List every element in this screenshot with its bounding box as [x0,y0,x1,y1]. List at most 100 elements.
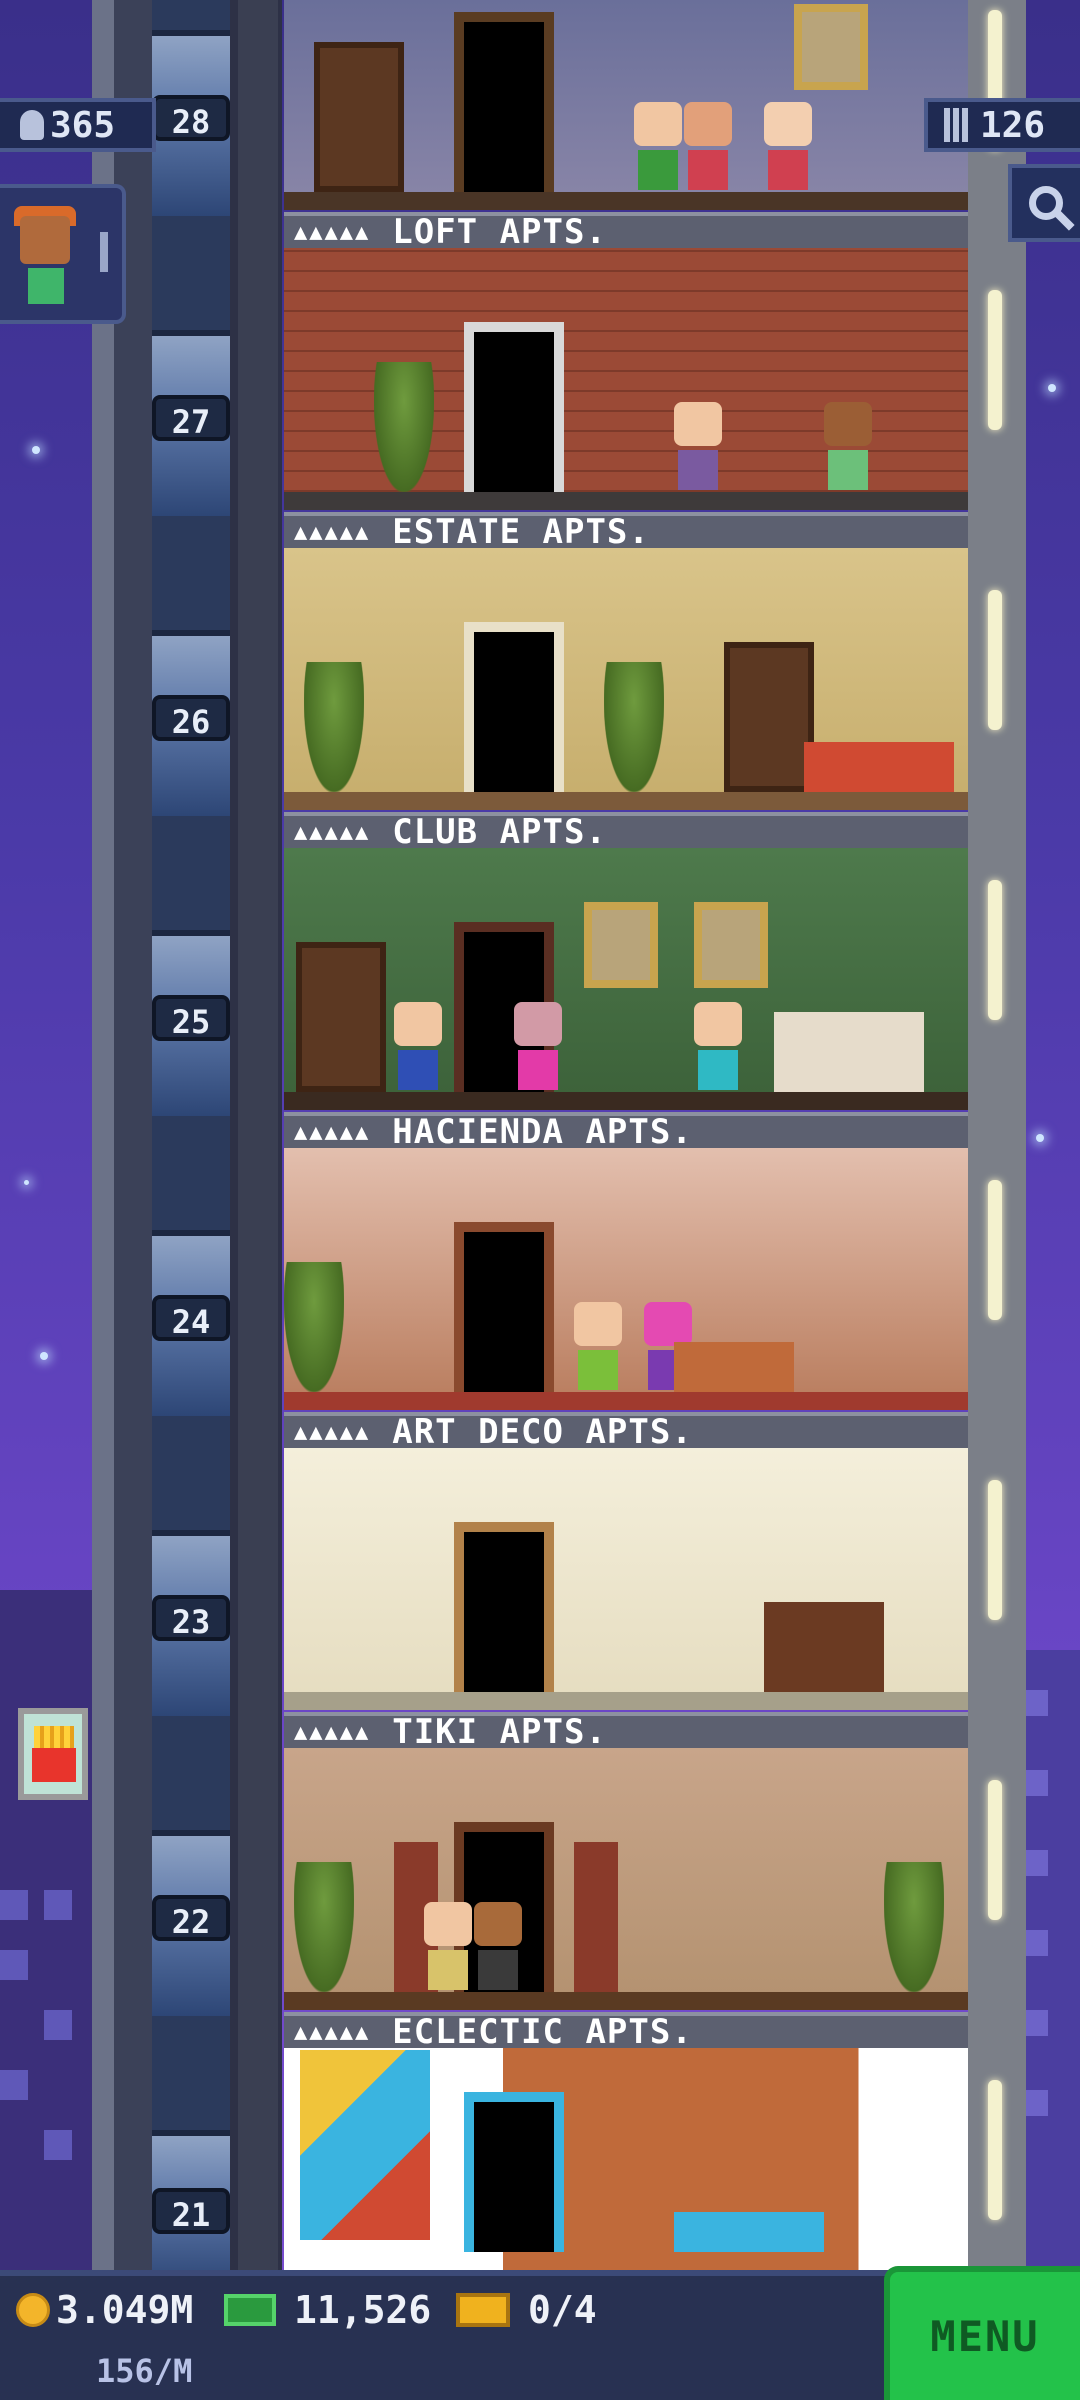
tiki-statue [574,1842,618,1992]
bookshelf [314,42,404,192]
stars-rating: ▲▲▲▲▲ [294,1419,371,1445]
floor-label-loft: ▲▲▲▲▲ LOFT APTS. [284,212,968,252]
stars-rating: ▲▲▲▲▲ [294,2019,371,2045]
fries-event-button[interactable] [18,1708,88,1800]
floor-22-room[interactable] [284,1748,968,2010]
plant [304,662,364,792]
fries-icon [34,1726,74,1750]
building-icon [944,108,970,142]
floor-number-badge: 26 [152,695,230,741]
floor-name: LOFT APTS. [392,212,607,252]
star-decoration [1036,1134,1044,1142]
floor-26-room[interactable] [284,548,968,810]
resident[interactable] [764,102,812,192]
floor-name: CLUB APTS. [392,812,607,852]
floor-number-badge: 25 [152,995,230,1041]
resident[interactable] [474,1902,522,1992]
floor-label-tiki: ▲▲▲▲▲ TIKI APTS. [284,1712,968,1752]
resident[interactable] [824,402,872,492]
stars-rating: ▲▲▲▲▲ [294,219,371,245]
picture-frame [584,902,658,988]
ticket-icon [456,2293,510,2327]
door [454,12,554,192]
floor-number-badge: 24 [152,1295,230,1341]
resident[interactable] [424,1902,472,1992]
fireplace [774,1012,924,1092]
bux-display[interactable]: 11,526 [224,2288,431,2332]
exclamation-icon [100,232,108,272]
floor-number-badge: 22 [152,1895,230,1941]
sofa [674,2212,824,2252]
floors-value: 126 [980,104,1046,146]
bookshelf [724,642,814,792]
coins-rate: 156/M [96,2352,193,2390]
population-value: 365 [50,104,116,146]
coins-display[interactable]: 3.049M [16,2288,193,2332]
resident[interactable] [674,402,722,492]
elevator-beam [238,0,278,2280]
plant [604,662,664,792]
floor-label-club: ▲▲▲▲▲ CLUB APTS. [284,812,968,852]
bitizen-avatar-card[interactable] [0,184,126,324]
door [464,322,564,492]
stars-rating: ▲▲▲▲▲ [294,1719,371,1745]
population-counter[interactable]: 365 [0,98,156,152]
floor-name: HACIENDA APTS. [392,1112,693,1152]
floor-number-badge: 23 [152,1595,230,1641]
sofa [674,1342,794,1392]
floor-name: ESTATE APTS. [392,512,650,552]
floor-label-eclectic: ▲▲▲▲▲ ECLECTIC APTS. [284,2012,968,2052]
door [464,2092,564,2252]
stars-rating: ▲▲▲▲▲ [294,819,371,845]
tickets-value: 0/4 [528,2288,597,2332]
door [464,622,564,792]
wall-art [300,2050,430,2240]
door [454,1222,554,1392]
star-decoration [40,1352,48,1360]
bux-value: 11,526 [294,2288,432,2332]
plant [884,1862,944,1992]
floor-name: ART DECO APTS. [392,1412,693,1452]
resident[interactable] [574,1302,622,1392]
picture-frame [794,4,868,90]
resident[interactable] [394,1002,442,1092]
floor-28-room[interactable] [284,0,968,210]
floors-counter[interactable]: 126 [924,98,1080,152]
person-icon [20,110,44,140]
floor-27-room[interactable] [284,248,968,510]
resident[interactable] [684,102,732,192]
floor-25-room[interactable] [284,848,968,1110]
bux-icon [224,2294,276,2326]
plant [294,1862,354,1992]
city-building-left [0,1590,92,2290]
resident[interactable] [514,1002,562,1092]
search-button[interactable] [1008,164,1080,242]
stars-rating: ▲▲▲▲▲ [294,1119,371,1145]
floor-label-hacienda: ▲▲▲▲▲ HACIENDA APTS. [284,1112,968,1152]
resident[interactable] [634,102,682,192]
coin-icon [16,2293,50,2327]
avatar-face [20,216,70,264]
fries-box [32,1748,76,1782]
floor-number-badge: 27 [152,395,230,441]
star-decoration [1048,384,1056,392]
sofa [804,742,954,792]
floor-name: ECLECTIC APTS. [392,2012,693,2052]
star-decoration [32,446,40,454]
stars-rating: ▲▲▲▲▲ [294,519,371,545]
tower-right-wall [968,0,1026,2280]
floor-21-room[interactable] [284,2048,968,2270]
tickets-display[interactable]: 0/4 [456,2288,597,2332]
floor-23-room[interactable] [284,1448,968,1710]
resident[interactable] [694,1002,742,1092]
picture-frame [694,902,768,988]
plant [374,362,434,492]
floor-label-estate: ▲▲▲▲▲ ESTATE APTS. [284,512,968,552]
floor-label-artdeco: ▲▲▲▲▲ ART DECO APTS. [284,1412,968,1452]
menu-button[interactable]: MENU [884,2266,1080,2400]
floor-number-badge: 21 [152,2188,230,2234]
coins-value: 3.049M [56,2288,194,2332]
plant [284,1262,344,1392]
avatar-shirt [28,268,64,304]
floor-24-room[interactable] [284,1148,968,1410]
